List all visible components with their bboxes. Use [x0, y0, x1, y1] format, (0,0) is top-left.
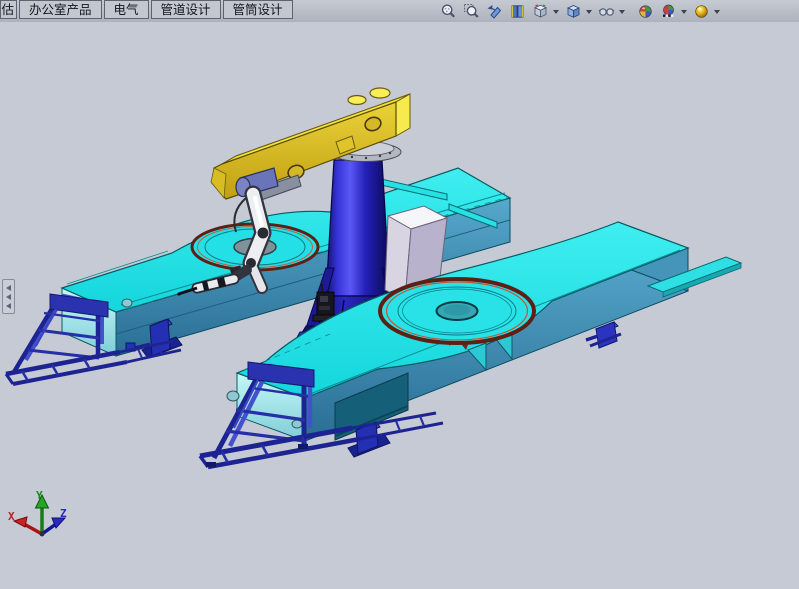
previous-view-icon[interactable] — [485, 2, 504, 21]
display-style-icon[interactable] — [564, 2, 583, 21]
collapse-arrow-icon — [6, 294, 11, 300]
rear-beam-pin[interactable] — [122, 299, 132, 307]
model-scene[interactable]: Y X Z — [0, 22, 799, 589]
heads-up-view-toolbar — [437, 1, 723, 21]
front-ring[interactable] — [380, 279, 534, 343]
feature-panel-expand-button[interactable] — [2, 279, 15, 314]
tab-evaluate-partial[interactable]: 估 — [0, 0, 17, 19]
hide-show-items-icon[interactable] — [597, 2, 616, 21]
zoom-to-fit-icon[interactable] — [439, 2, 458, 21]
zoom-to-area-icon[interactable] — [462, 2, 481, 21]
section-view-icon[interactable] — [508, 2, 527, 21]
triad-z-label: Z — [60, 507, 67, 520]
display-style-dropdown-icon[interactable] — [586, 10, 592, 14]
collapse-arrow-icon — [6, 303, 11, 309]
command-toolbar: 估 办公室产品 电气 管道设计 管筒设计 — [0, 0, 799, 23]
view-orientation-dropdown-icon[interactable] — [553, 10, 559, 14]
graphics-viewport[interactable]: Y X Z — [0, 22, 799, 589]
hide-show-items-dropdown-icon[interactable] — [619, 10, 625, 14]
view-settings-dropdown-icon[interactable] — [714, 10, 720, 14]
tab-office-products[interactable]: 办公室产品 — [19, 0, 102, 19]
triad-y-label: Y — [36, 489, 43, 502]
view-settings-icon[interactable] — [692, 2, 711, 21]
view-orientation-icon[interactable] — [531, 2, 550, 21]
collapse-arrow-icon — [6, 285, 11, 291]
apply-scene-icon[interactable] — [659, 2, 678, 21]
tab-electrical[interactable]: 电气 — [104, 0, 149, 19]
front-beam-pin[interactable] — [227, 391, 239, 401]
tab-tubing-design[interactable]: 管筒设计 — [223, 0, 293, 19]
triad-x-label: X — [8, 510, 15, 523]
solidworks-window: 估 办公室产品 电气 管道设计 管筒设计 — [0, 0, 799, 589]
commandmanager-tabs: 估 办公室产品 电气 管道设计 管筒设计 — [0, 0, 295, 19]
apply-scene-dropdown-icon[interactable] — [681, 10, 687, 14]
edit-appearance-icon[interactable] — [636, 2, 655, 21]
tab-piping-design[interactable]: 管道设计 — [151, 0, 221, 19]
